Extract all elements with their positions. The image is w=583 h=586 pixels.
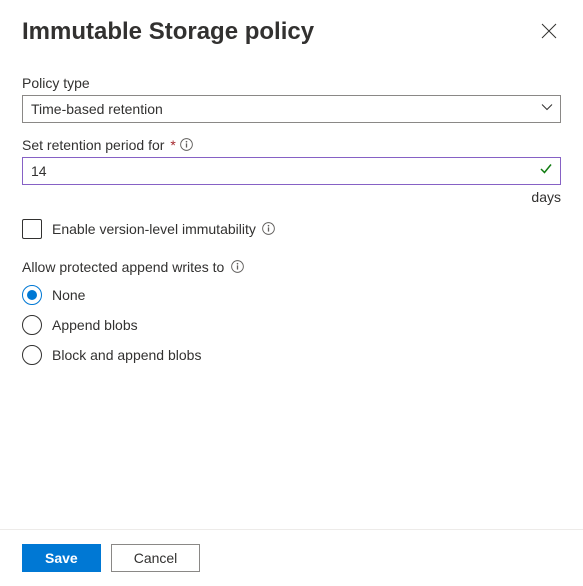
required-asterisk: * bbox=[170, 137, 175, 153]
radio-button[interactable] bbox=[22, 315, 42, 335]
panel-title: Immutable Storage policy bbox=[22, 18, 314, 47]
append-writes-label: Allow protected append writes to bbox=[22, 259, 224, 275]
version-level-checkbox[interactable] bbox=[22, 219, 42, 239]
append-writes-option-block-append[interactable]: Block and append blobs bbox=[22, 345, 561, 365]
radio-button[interactable] bbox=[22, 285, 42, 305]
policy-type-select[interactable]: Time-based retention bbox=[22, 95, 561, 123]
version-level-label-group: Enable version-level immutability bbox=[52, 221, 276, 237]
retention-suffix: days bbox=[22, 189, 561, 205]
version-level-label: Enable version-level immutability bbox=[52, 221, 256, 237]
radio-label: None bbox=[52, 287, 85, 303]
retention-field: Set retention period for * days bbox=[22, 137, 561, 205]
policy-type-select-wrapper: Time-based retention bbox=[22, 95, 561, 123]
retention-input[interactable] bbox=[22, 157, 561, 185]
panel-header: Immutable Storage policy bbox=[0, 0, 583, 51]
retention-label-text: Set retention period for bbox=[22, 137, 164, 153]
append-writes-label-group: Allow protected append writes to bbox=[22, 259, 561, 275]
radio-label: Block and append blobs bbox=[52, 347, 201, 363]
panel-body: Policy type Time-based retention Set ret… bbox=[0, 51, 583, 529]
retention-input-wrapper bbox=[22, 157, 561, 185]
info-icon[interactable] bbox=[180, 138, 194, 152]
close-button[interactable] bbox=[537, 19, 561, 46]
save-button[interactable]: Save bbox=[22, 544, 101, 572]
radio-button[interactable] bbox=[22, 345, 42, 365]
radio-label: Append blobs bbox=[52, 317, 138, 333]
append-writes-option-none[interactable]: None bbox=[22, 285, 561, 305]
retention-label: Set retention period for * bbox=[22, 137, 561, 153]
panel-footer: Save Cancel bbox=[0, 529, 583, 586]
info-icon[interactable] bbox=[262, 222, 276, 236]
check-icon bbox=[539, 161, 553, 180]
policy-type-field: Policy type Time-based retention bbox=[22, 75, 561, 123]
immutable-storage-policy-panel: Immutable Storage policy Policy type Tim… bbox=[0, 0, 583, 586]
version-level-row[interactable]: Enable version-level immutability bbox=[22, 219, 561, 239]
append-writes-group: Allow protected append writes to None Ap… bbox=[22, 259, 561, 365]
append-writes-option-append[interactable]: Append blobs bbox=[22, 315, 561, 335]
close-icon bbox=[541, 23, 557, 42]
policy-type-label: Policy type bbox=[22, 75, 561, 91]
info-icon[interactable] bbox=[230, 260, 244, 274]
cancel-button[interactable]: Cancel bbox=[111, 544, 201, 572]
